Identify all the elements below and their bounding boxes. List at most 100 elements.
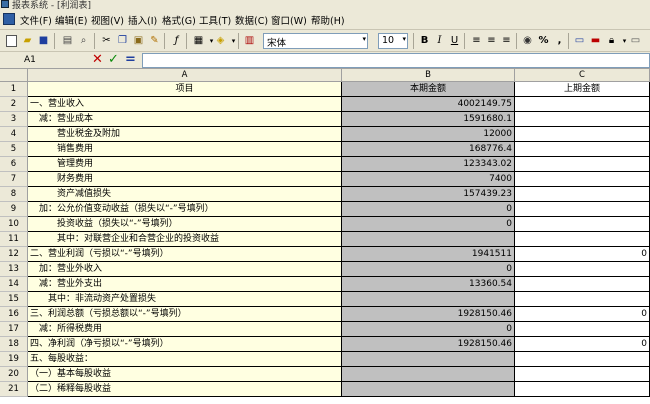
prior-amount-cell[interactable]: 0	[515, 307, 650, 322]
current-amount-cell[interactable]: 1941511	[342, 247, 515, 262]
current-amount-cell[interactable]: 157439.23	[342, 187, 515, 202]
menu-tools[interactable]: 工具(T)	[199, 13, 231, 27]
row-number[interactable]: 11	[0, 232, 28, 247]
cancel-icon[interactable]: ✕	[92, 52, 103, 68]
menu-format[interactable]: 格式(G)	[162, 13, 196, 27]
item-cell[interactable]: 其中：对联营企业和合营企业的投资收益	[28, 232, 342, 247]
format-painter-icon[interactable]: ✎	[147, 33, 162, 48]
italic-button[interactable]: I	[432, 33, 447, 48]
font-select[interactable]: 宋体 ▾	[263, 33, 368, 49]
column-header-c[interactable]: C	[515, 69, 650, 82]
prior-amount-cell[interactable]	[515, 142, 650, 157]
current-amount-cell[interactable]: 168776.4	[342, 142, 515, 157]
item-cell[interactable]: 资产减值损失	[28, 187, 342, 202]
row-number[interactable]: 1	[0, 82, 28, 97]
formula-input[interactable]	[142, 53, 650, 68]
item-cell[interactable]: 二、营业利润（亏损以“-”号填列）	[28, 247, 342, 262]
current-amount-cell[interactable]: 123343.02	[342, 157, 515, 172]
prior-amount-cell[interactable]	[515, 112, 650, 127]
item-cell[interactable]: 四、净利润（净亏损以“-”号填列）	[28, 337, 342, 352]
prior-amount-cell[interactable]	[515, 262, 650, 277]
item-cell[interactable]: 减：营业外支出	[28, 277, 342, 292]
paste-icon[interactable]: ▣	[131, 33, 146, 48]
item-cell[interactable]: 管理费用	[28, 157, 342, 172]
prior-amount-cell[interactable]: 0	[515, 337, 650, 352]
header-item[interactable]: 项目	[28, 82, 342, 97]
row-number[interactable]: 20	[0, 367, 28, 382]
item-cell[interactable]: 其中：非流动资产处置损失	[28, 292, 342, 307]
prior-amount-cell[interactable]	[515, 202, 650, 217]
open-folder-icon[interactable]: ▰	[20, 33, 35, 48]
header-current-amount[interactable]: 本期金额	[342, 82, 515, 97]
current-amount-cell[interactable]	[342, 367, 515, 382]
item-cell[interactable]: 三、利润总额（亏损总额以“-”号填列）	[28, 307, 342, 322]
row-number[interactable]: 13	[0, 262, 28, 277]
row-number[interactable]: 17	[0, 322, 28, 337]
row-number[interactable]: 9	[0, 202, 28, 217]
current-amount-cell[interactable]: 1928150.46	[342, 307, 515, 322]
highlight-icon[interactable]: ▬	[588, 33, 603, 48]
row-number[interactable]: 2	[0, 97, 28, 112]
row-number[interactable]: 10	[0, 217, 28, 232]
prior-amount-cell[interactable]	[515, 352, 650, 367]
row-number[interactable]: 8	[0, 187, 28, 202]
menu-view[interactable]: 视图(V)	[91, 13, 124, 27]
current-amount-cell[interactable]: 7400	[342, 172, 515, 187]
document-icon[interactable]	[3, 13, 15, 25]
row-number[interactable]: 7	[0, 172, 28, 187]
copy-icon[interactable]: ❐	[115, 33, 130, 48]
item-cell[interactable]: 一、营业收入	[28, 97, 342, 112]
row-number[interactable]: 12	[0, 247, 28, 262]
function-icon[interactable]: ƒ	[169, 33, 184, 48]
row-number[interactable]: 14	[0, 277, 28, 292]
row-number[interactable]: 18	[0, 337, 28, 352]
row-number[interactable]: 6	[0, 157, 28, 172]
equals-icon[interactable]: =	[125, 52, 136, 68]
align-right-icon[interactable]: ≡	[499, 33, 514, 48]
current-amount-cell[interactable]: 1928150.46	[342, 337, 515, 352]
prior-amount-cell[interactable]	[515, 322, 650, 337]
align-center-icon[interactable]: ≡	[484, 33, 499, 48]
comma-button[interactable]: ,	[552, 33, 567, 48]
prior-amount-cell[interactable]	[515, 292, 650, 307]
item-cell[interactable]: 财务费用	[28, 172, 342, 187]
prior-amount-cell[interactable]: 0	[515, 247, 650, 262]
currency-icon[interactable]: ◉	[520, 33, 535, 48]
menu-data[interactable]: 数据(C)	[235, 13, 268, 27]
menu-edit[interactable]: 编辑(E)	[55, 13, 87, 27]
prior-amount-cell[interactable]	[515, 232, 650, 247]
current-amount-cell[interactable]: 0	[342, 217, 515, 232]
menu-insert[interactable]: 插入(I)	[128, 13, 157, 27]
menu-file[interactable]: 文件(F)	[20, 13, 52, 27]
column-header-a[interactable]: A	[28, 69, 342, 82]
row-number[interactable]: 15	[0, 292, 28, 307]
save-icon[interactable]: ■	[36, 33, 51, 48]
prior-amount-cell[interactable]	[515, 382, 650, 397]
item-cell[interactable]: 投资收益（损失以“-”号填列）	[28, 217, 342, 232]
current-amount-cell[interactable]: 0	[342, 262, 515, 277]
current-amount-cell[interactable]	[342, 292, 515, 307]
print-icon[interactable]: ▤	[60, 33, 75, 48]
current-amount-cell[interactable]	[342, 232, 515, 247]
row-number[interactable]: 4	[0, 127, 28, 142]
menu-help[interactable]: 帮助(H)	[311, 13, 345, 27]
current-amount-cell[interactable]: 13360.54	[342, 277, 515, 292]
option-icon[interactable]: ▭	[628, 33, 643, 48]
item-cell[interactable]: 销售费用	[28, 142, 342, 157]
prior-amount-cell[interactable]	[515, 217, 650, 232]
confirm-icon[interactable]: ✓	[108, 52, 119, 68]
item-cell[interactable]: 加：营业外收入	[28, 262, 342, 277]
cut-icon[interactable]: ✂	[99, 33, 114, 48]
item-cell[interactable]: 加：公允价值变动收益（损失以“-”号填列）	[28, 202, 342, 217]
row-number[interactable]: 19	[0, 352, 28, 367]
prior-amount-cell[interactable]	[515, 187, 650, 202]
chart-icon[interactable]: ▥	[242, 33, 257, 48]
item-cell[interactable]: 五、每股收益：	[28, 352, 342, 367]
prior-amount-cell[interactable]	[515, 127, 650, 142]
row-number[interactable]: 16	[0, 307, 28, 322]
prior-amount-cell[interactable]	[515, 367, 650, 382]
current-amount-cell[interactable]: 1591680.1	[342, 112, 515, 127]
item-cell[interactable]: （二）稀释每股收益	[28, 382, 342, 397]
row-number[interactable]: 21	[0, 382, 28, 397]
current-amount-cell[interactable]	[342, 382, 515, 397]
